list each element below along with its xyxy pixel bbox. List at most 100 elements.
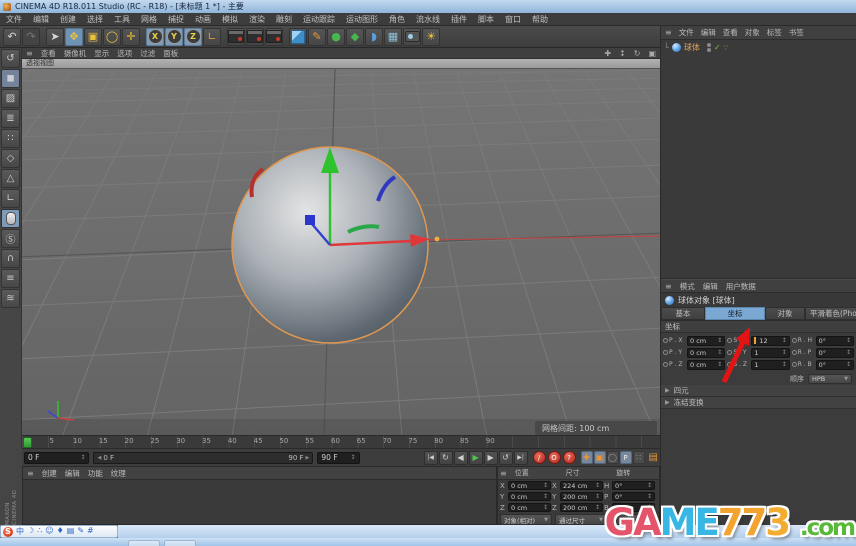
menu-item[interactable]: 角色 bbox=[389, 14, 405, 25]
sogou-tool-icon[interactable]: ☽ bbox=[27, 526, 34, 537]
om-menu-object[interactable]: 对象 bbox=[745, 27, 760, 38]
keyframe-selection-button[interactable]: ? bbox=[563, 451, 576, 464]
object-tag-dots-icon[interactable]: ∵ bbox=[724, 44, 729, 52]
menu-item[interactable]: 模拟 bbox=[222, 14, 238, 25]
size-y-field[interactable]: 200 cm↕ bbox=[560, 492, 603, 501]
sz-field[interactable]: 1↕ bbox=[751, 360, 789, 370]
menu-item[interactable]: 流水线 bbox=[416, 14, 440, 25]
menu-item[interactable]: 雕刻 bbox=[276, 14, 292, 25]
add-camera-icon[interactable] bbox=[403, 28, 421, 46]
viewport-menu-camera[interactable]: 摄像机 bbox=[64, 48, 87, 59]
keyframe-dot-icon[interactable] bbox=[727, 362, 732, 367]
menu-item[interactable]: 插件 bbox=[451, 14, 467, 25]
window-titlebar[interactable]: CINEMA 4D R18.011 Studio (RC - R18) - [未… bbox=[0, 0, 856, 13]
rb-field[interactable]: 0°↕ bbox=[816, 360, 854, 370]
model-mode-icon[interactable]: ◼ bbox=[1, 69, 20, 88]
keyframe-dot-icon[interactable] bbox=[663, 338, 668, 343]
tab-coordinates[interactable]: 坐标 bbox=[705, 307, 765, 320]
timeline-window-icon[interactable]: ▤ bbox=[649, 452, 658, 463]
viewport-menu-panel[interactable]: 面板 bbox=[163, 48, 178, 59]
position-z-field[interactable]: 0 cm↕ bbox=[508, 503, 551, 512]
burger-icon[interactable]: ≡ bbox=[665, 282, 672, 291]
sogou-logo-icon[interactable]: S bbox=[3, 527, 13, 537]
burger-icon[interactable]: ≡ bbox=[26, 49, 33, 58]
expand-icon[interactable]: ▶ bbox=[665, 399, 670, 406]
play-mode-button[interactable]: ↻ bbox=[439, 451, 453, 465]
keyframe-dot-icon[interactable] bbox=[792, 338, 797, 343]
rotation-h-field[interactable]: 0°↕ bbox=[612, 481, 655, 490]
toggle-scale-icon[interactable]: ▣ bbox=[594, 451, 606, 464]
position-y-field[interactable]: 0 cm↕ bbox=[508, 492, 551, 501]
render-settings-icon[interactable] bbox=[265, 28, 283, 46]
keyframe-dot-icon[interactable] bbox=[727, 338, 732, 343]
live-selection-icon[interactable]: ➤ bbox=[46, 28, 64, 46]
sogou-tool-icon[interactable]: # bbox=[87, 526, 94, 537]
sogou-tool-icon[interactable]: 中 bbox=[16, 526, 24, 537]
taskbar-button[interactable] bbox=[128, 540, 160, 546]
burger-icon[interactable]: ≡ bbox=[27, 469, 34, 478]
play-button[interactable]: ▶ bbox=[469, 451, 483, 465]
viewport-menu-options[interactable]: 选项 bbox=[117, 48, 132, 59]
redo-icon[interactable]: ↷ bbox=[22, 28, 40, 46]
viewport-menu-filter[interactable]: 过滤 bbox=[140, 48, 155, 59]
timeline-ruler[interactable]: 051015202530354045505560657075808590 bbox=[22, 435, 660, 448]
om-menu-file[interactable]: 文件 bbox=[679, 27, 694, 38]
stepper-icon[interactable]: ↕ bbox=[351, 454, 356, 461]
workplane-mode-icon[interactable]: ≣ bbox=[1, 109, 20, 128]
sogou-tool-icon[interactable]: ✎ bbox=[77, 526, 84, 537]
size-mode-dropdown[interactable]: 通过尺寸▼ bbox=[555, 514, 607, 525]
keyframe-dot-icon[interactable] bbox=[663, 350, 668, 355]
menu-item[interactable]: 脚本 bbox=[478, 14, 494, 25]
sphere-object-icon[interactable] bbox=[672, 43, 681, 52]
menu-item[interactable]: 文件 bbox=[6, 14, 22, 25]
gizmo-z-handle[interactable] bbox=[305, 215, 315, 225]
range-right-icon[interactable]: ▶ bbox=[306, 455, 310, 461]
menu-item[interactable]: 窗口 bbox=[505, 14, 521, 25]
scale-tool-icon[interactable]: ▣ bbox=[84, 28, 102, 46]
timeline-playhead[interactable] bbox=[23, 437, 32, 448]
viewport-menu-display[interactable]: 显示 bbox=[94, 48, 109, 59]
menu-item[interactable]: 捕捉 bbox=[168, 14, 184, 25]
end-frame-field[interactable]: 90 F ↕ bbox=[317, 452, 359, 464]
taskbar-button[interactable] bbox=[164, 540, 196, 546]
menu-item[interactable]: 渲染 bbox=[249, 14, 265, 25]
sx-field-editing[interactable]: 12↕ bbox=[751, 336, 789, 346]
sogou-input-bar[interactable]: S 中☽∴☺♦▤✎# bbox=[0, 525, 118, 538]
tab-phong[interactable]: 平滑着色(Phong) bbox=[805, 307, 856, 320]
tab-basic[interactable]: 基本 bbox=[661, 307, 705, 320]
viewport-solo-icon[interactable] bbox=[1, 209, 20, 228]
edges-mode-icon[interactable]: ◇ bbox=[1, 149, 20, 168]
am-menu-userdata[interactable]: 用户数据 bbox=[726, 281, 756, 292]
render-to-picture-icon[interactable] bbox=[246, 28, 264, 46]
size-x-field[interactable]: 224 cm↕ bbox=[560, 481, 603, 490]
collapsed-section[interactable]: ▶ 冻结变换 bbox=[661, 397, 856, 409]
keyframe-dot-icon[interactable] bbox=[663, 362, 668, 367]
toggle-pla-icon[interactable]: ∷ bbox=[633, 451, 645, 464]
last-tool-icon[interactable]: ✛ bbox=[122, 28, 140, 46]
menu-item[interactable]: 动画 bbox=[195, 14, 211, 25]
burger-icon[interactable]: ≡ bbox=[665, 28, 672, 37]
menu-item[interactable]: 工具 bbox=[114, 14, 130, 25]
keyframe-dot-icon[interactable] bbox=[792, 362, 797, 367]
material-menu-texture[interactable]: 纹理 bbox=[111, 468, 126, 479]
loop-button[interactable]: ↺ bbox=[499, 451, 513, 465]
rotation-p-field[interactable]: 0°↕ bbox=[612, 492, 655, 501]
enable-axis-icon[interactable]: ∟ bbox=[1, 189, 20, 208]
am-menu-mode[interactable]: 模式 bbox=[680, 281, 695, 292]
menu-item[interactable]: 选择 bbox=[87, 14, 103, 25]
go-to-start-button[interactable]: |◀ bbox=[424, 451, 438, 465]
menu-item[interactable]: 网格 bbox=[141, 14, 157, 25]
rotation-order-dropdown[interactable]: HPB▼ bbox=[808, 374, 852, 384]
burger-icon[interactable]: ≡ bbox=[500, 469, 507, 478]
visibility-dots-icon[interactable] bbox=[707, 43, 711, 52]
sogou-tool-icon[interactable]: ♦ bbox=[57, 526, 64, 537]
record-keyframe-button[interactable]: / bbox=[533, 451, 546, 464]
range-left-icon[interactable]: ◀ bbox=[97, 455, 101, 461]
gizmo-x-handle-dot[interactable] bbox=[435, 237, 440, 242]
material-menu-edit[interactable]: 编辑 bbox=[65, 468, 80, 479]
py-field[interactable]: 0 cm↕ bbox=[687, 348, 725, 358]
workplane-free-icon[interactable]: ≋ bbox=[1, 289, 20, 308]
polygons-mode-icon[interactable]: △ bbox=[1, 169, 20, 188]
material-menu-function[interactable]: 功能 bbox=[88, 468, 103, 479]
toggle-rotation-icon[interactable]: ◯ bbox=[607, 451, 619, 464]
